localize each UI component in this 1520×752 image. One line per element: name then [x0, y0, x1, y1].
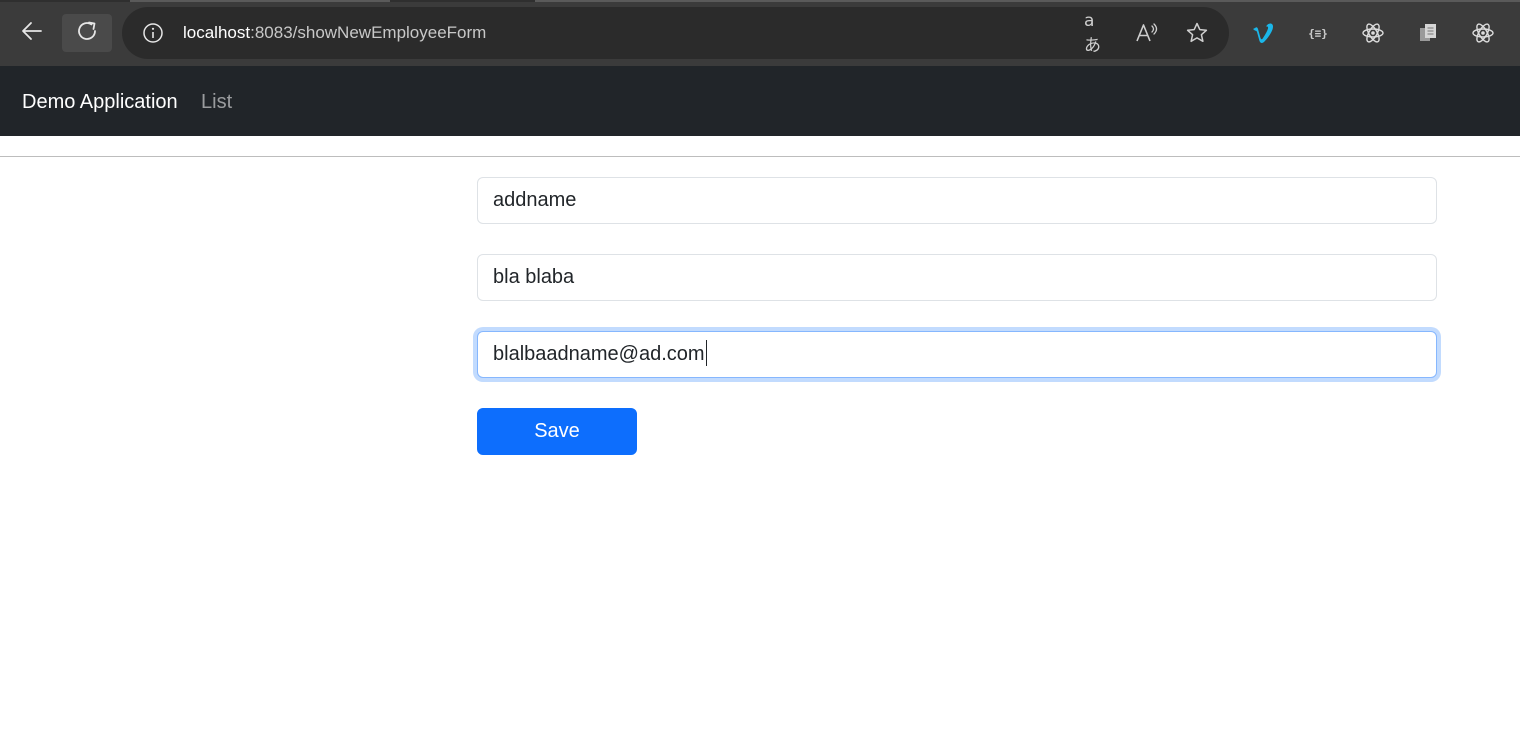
divider — [0, 156, 1520, 157]
first-name-value: addname — [493, 189, 577, 211]
url-host: localhost — [183, 23, 251, 42]
first-name-input[interactable]: addname — [477, 177, 1437, 224]
back-arrow-icon — [21, 20, 43, 47]
reload-icon — [75, 19, 99, 48]
last-name-input[interactable]: bla blaba — [477, 254, 1437, 301]
browser-toolbar: localhost:8083/showNewEmployeeForm aあ {≡… — [0, 0, 1520, 66]
copy-extension-icon[interactable] — [1415, 20, 1441, 46]
react-devtools-icon[interactable] — [1470, 20, 1496, 46]
nav-link-list[interactable]: List — [201, 90, 232, 114]
json-extension-icon[interactable]: {≡} — [1305, 20, 1331, 46]
email-value: blalbaadname@ad.com — [493, 343, 705, 365]
vimeo-extension-icon[interactable] — [1250, 20, 1276, 46]
save-button[interactable]: Save — [477, 408, 637, 455]
last-name-value: bla blaba — [493, 266, 575, 288]
text-caret — [705, 339, 707, 366]
email-input[interactable]: blalbaadname@ad.com — [477, 331, 1437, 378]
translate-icon[interactable]: aあ — [1084, 11, 1110, 56]
react-devtools-icon[interactable] — [1360, 20, 1386, 46]
navbar-brand[interactable]: Demo Application — [22, 90, 178, 114]
reload-button[interactable] — [62, 14, 112, 52]
url-path: :8083/showNewEmployeeForm — [250, 23, 487, 42]
app-navbar: Demo Application List — [0, 66, 1520, 136]
address-bar[interactable]: localhost:8083/showNewEmployeeForm aあ — [122, 7, 1229, 59]
read-aloud-icon[interactable] — [1134, 20, 1160, 46]
tab-strip — [0, 0, 1520, 2]
info-icon[interactable] — [142, 22, 164, 44]
url-text[interactable]: localhost:8083/showNewEmployeeForm — [183, 22, 486, 44]
favorite-star-icon[interactable] — [1184, 20, 1210, 46]
back-button[interactable] — [12, 14, 52, 52]
